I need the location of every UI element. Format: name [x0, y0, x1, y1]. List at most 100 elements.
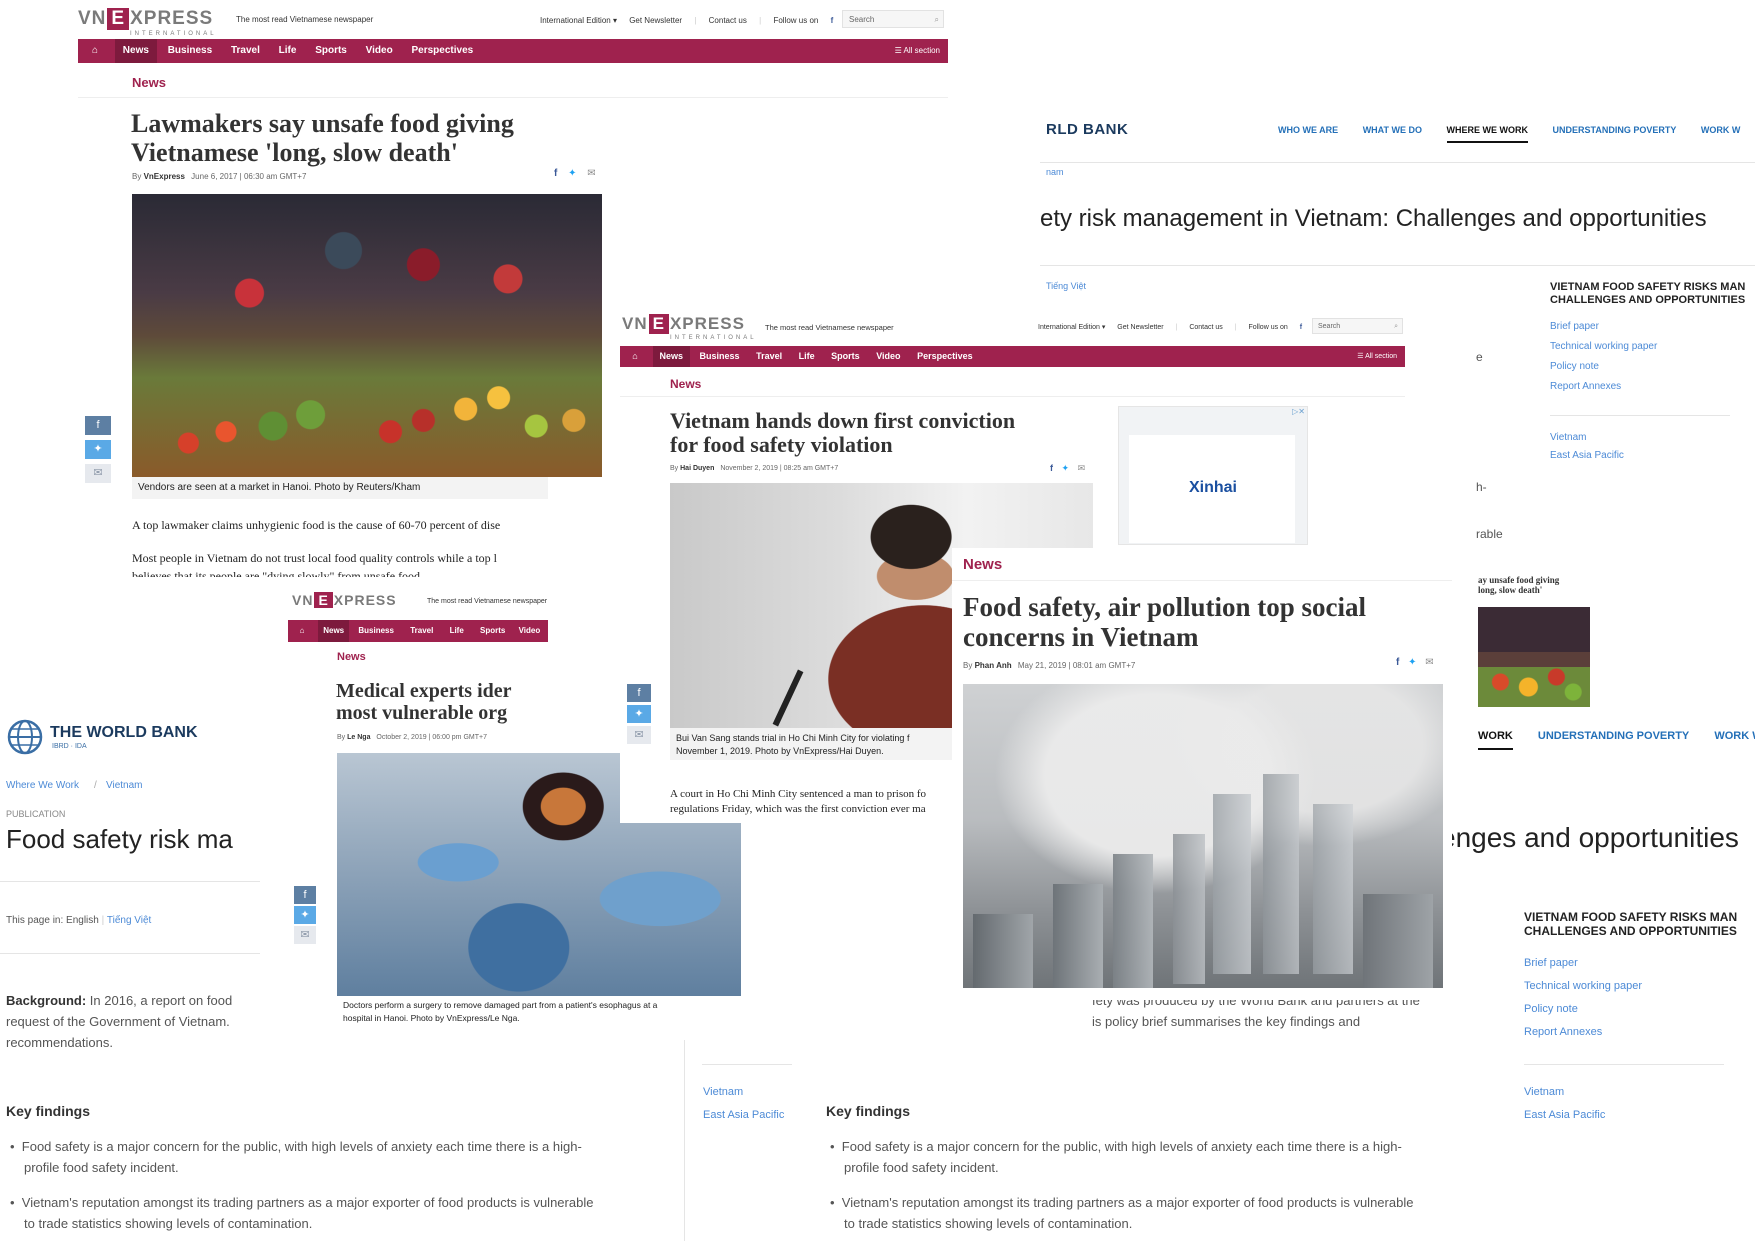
ad-close-icon[interactable]: ▷✕ [1292, 407, 1305, 416]
facebook-icon[interactable]: f [831, 16, 834, 25]
sidebar-link-report-annexes[interactable]: Report Annexes [1550, 381, 1621, 392]
vnexpress-logo[interactable]: VN E XPRESS INTERNATIONAL [78, 8, 214, 37]
twitter-icon[interactable]: ✦ [568, 168, 576, 179]
nav-perspectives[interactable]: Perspectives [910, 346, 980, 367]
nav-travel[interactable]: Travel [749, 346, 789, 367]
article-thumbnail[interactable]: ay unsafe food giving long, slow death' [1478, 575, 1593, 710]
facebook-icon[interactable]: f [554, 168, 557, 179]
sidebar-link-brief-paper[interactable]: Brief paper [1524, 957, 1578, 969]
sidebar-link-technical-paper[interactable]: Technical working paper [1550, 341, 1657, 352]
sidebar-link-policy-note[interactable]: Policy note [1524, 1003, 1578, 1015]
nav-video[interactable]: Video [515, 620, 545, 642]
mail-icon[interactable]: ✉ [1078, 463, 1086, 473]
worldbank-logo-partial[interactable]: RLD BANK [1046, 121, 1128, 138]
nav-video[interactable]: Video [358, 39, 401, 63]
nav-news[interactable]: News [652, 346, 691, 367]
category-label[interactable]: News [963, 556, 1002, 573]
nav-life[interactable]: Life [443, 620, 471, 642]
author-link[interactable]: VnExpress [144, 172, 185, 181]
facebook-share-button[interactable]: f [85, 416, 111, 435]
twitter-share-button[interactable]: ✦ [627, 705, 651, 723]
twitter-icon[interactable]: ✦ [1062, 463, 1070, 473]
region-vietnam-link[interactable]: Vietnam [703, 1086, 743, 1098]
mail-icon[interactable]: ✉ [587, 168, 595, 179]
home-icon[interactable]: ⌂ [78, 39, 112, 63]
nav-sports[interactable]: Sports [824, 346, 867, 367]
nav-travel[interactable]: Travel [223, 39, 268, 63]
region-vietnam-link[interactable]: Vietnam [1550, 432, 1587, 443]
region-east-asia-link[interactable]: East Asia Pacific [703, 1109, 784, 1121]
nav-video[interactable]: Video [869, 346, 907, 367]
nav-where-we-work[interactable]: WHERE WE WORK [1446, 125, 1529, 143]
breadcrumb-where-we-work[interactable]: Where We Work [6, 780, 79, 791]
newsletter-link[interactable]: Get Newsletter [1117, 324, 1163, 331]
sidebar-link-report-annexes[interactable]: Report Annexes [1524, 1026, 1602, 1038]
nav-understanding-poverty[interactable]: UNDERSTANDING POVERTY [1553, 125, 1677, 135]
nav-life[interactable]: Life [271, 39, 305, 63]
nav-travel[interactable]: Travel [403, 620, 440, 642]
intl-edition-link[interactable]: International Edition ▾ [1038, 324, 1105, 331]
twitter-share-button[interactable]: ✦ [85, 440, 111, 459]
search-input[interactable]: Search ⌕ [1312, 318, 1403, 334]
nav-news[interactable]: News [318, 620, 350, 642]
nav-work-with[interactable]: WORK W [1714, 730, 1755, 742]
facebook-share-button[interactable]: f [294, 886, 316, 904]
facebook-icon[interactable]: f [1300, 324, 1302, 331]
twitter-share-button[interactable]: ✦ [294, 906, 316, 924]
all-section-button[interactable]: ☰ All section [1357, 346, 1397, 367]
category-label[interactable]: News [337, 651, 366, 663]
contact-link[interactable]: Contact us [709, 16, 747, 25]
home-icon[interactable]: ⌂ [288, 620, 316, 642]
mail-share-button[interactable]: ✉ [85, 464, 111, 483]
category-label[interactable]: News [132, 75, 166, 90]
breadcrumb-vietnam[interactable]: Vietnam [106, 780, 143, 791]
nav-where-we-work[interactable]: WORK [1478, 730, 1513, 750]
sidebar-link-policy-note[interactable]: Policy note [1550, 361, 1599, 372]
finding-item-2: • Vietnam's reputation amongst its tradi… [10, 1195, 594, 1231]
newsletter-link[interactable]: Get Newsletter [629, 16, 682, 25]
facebook-icon[interactable]: f [1396, 657, 1399, 668]
worldbank-logo[interactable]: THE WORLD BANK IBRD · IDA [6, 718, 226, 758]
breadcrumb-vietnam-partial[interactable]: nam [1046, 167, 1064, 177]
advertisement[interactable]: Xinhai ▷✕ [1118, 406, 1308, 545]
search-icon[interactable]: ⌕ [1394, 319, 1398, 335]
sidebar-link-technical-paper[interactable]: Technical working paper [1524, 980, 1642, 992]
nav-sports[interactable]: Sports [473, 620, 512, 642]
vnexpress-logo[interactable]: VN E XPRESS [292, 592, 397, 608]
all-section-button[interactable]: ☰ All section [895, 39, 940, 63]
nav-business[interactable]: Business [160, 39, 220, 63]
mail-share-button[interactable]: ✉ [627, 726, 651, 744]
search-icon[interactable]: ⌕ [935, 11, 939, 29]
nav-understanding-poverty[interactable]: UNDERSTANDING POVERTY [1538, 730, 1689, 742]
contact-link[interactable]: Contact us [1189, 324, 1222, 331]
nav-who-we-are[interactable]: WHO WE ARE [1278, 125, 1338, 135]
nav-business[interactable]: Business [351, 620, 401, 642]
author-link[interactable]: Le Nga [347, 734, 370, 741]
nav-work-with[interactable]: WORK W [1701, 125, 1741, 135]
nav-business[interactable]: Business [693, 346, 747, 367]
mail-share-button[interactable]: ✉ [294, 926, 316, 944]
facebook-share-button[interactable]: f [627, 684, 651, 702]
lang-english[interactable]: English [66, 915, 99, 926]
vnexpress-logo[interactable]: VN E XPRESS INTERNATIONAL [622, 314, 754, 341]
nav-perspectives[interactable]: Perspectives [403, 39, 481, 63]
author-link[interactable]: Hai Duyen [680, 465, 714, 472]
category-label[interactable]: News [670, 377, 701, 391]
intl-edition-link[interactable]: International Edition ▾ [540, 16, 617, 25]
nav-sports[interactable]: Sports [307, 39, 355, 63]
lang-vietnamese[interactable]: Tiếng Việt [107, 915, 151, 926]
author-link[interactable]: Phan Anh [975, 661, 1012, 670]
twitter-icon[interactable]: ✦ [1408, 657, 1416, 668]
lang-vietnamese-link[interactable]: Tiếng Việt [1046, 281, 1086, 291]
mail-icon[interactable]: ✉ [1425, 657, 1433, 668]
region-vietnam-link[interactable]: Vietnam [1524, 1086, 1564, 1098]
nav-news[interactable]: News [114, 39, 157, 63]
search-input[interactable]: Search ⌕ [842, 10, 944, 28]
facebook-icon[interactable]: f [1050, 463, 1053, 473]
home-icon[interactable]: ⌂ [620, 346, 650, 367]
nav-what-we-do[interactable]: WHAT WE DO [1363, 125, 1422, 135]
region-east-asia-link[interactable]: East Asia Pacific [1524, 1109, 1605, 1121]
nav-life[interactable]: Life [792, 346, 822, 367]
sidebar-link-brief-paper[interactable]: Brief paper [1550, 321, 1599, 332]
region-east-asia-link[interactable]: East Asia Pacific [1550, 450, 1624, 461]
